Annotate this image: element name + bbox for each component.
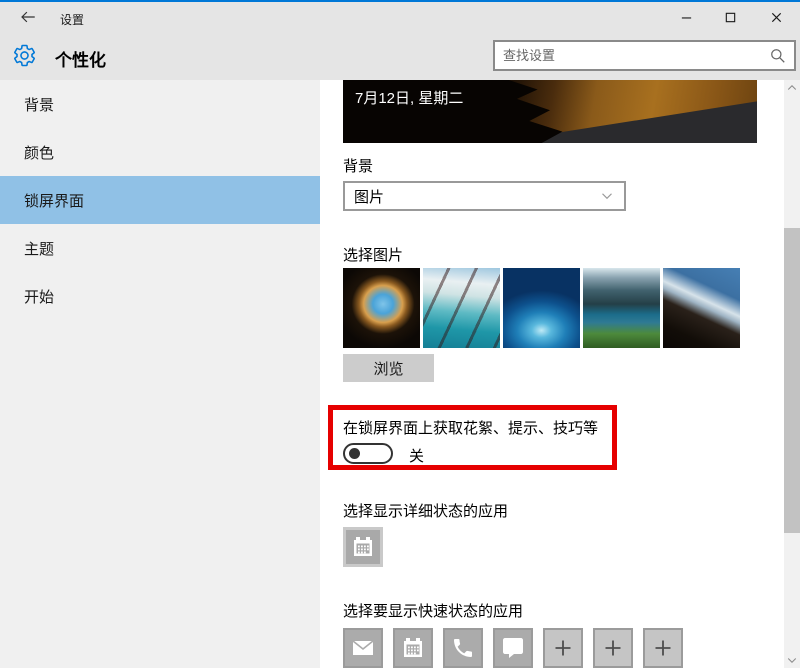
toggle-knob [349, 448, 360, 459]
picture-thumbnails [343, 268, 740, 348]
quick-status-app-button-messaging[interactable] [493, 628, 533, 668]
sidebar-item-background[interactable]: 背景 [0, 80, 320, 128]
chevron-down-icon [787, 658, 797, 663]
detailed-status-label: 选择显示详细状态的应用 [343, 503, 509, 520]
quick-status-label: 选择要显示快速状态的应用 [343, 603, 524, 620]
choose-picture-label: 选择图片 [343, 247, 404, 264]
quick-status-app-button-mail[interactable] [343, 628, 383, 668]
quick-status-app-button-calendar[interactable] [393, 628, 433, 668]
sidebar-item-label: 主题 [24, 240, 55, 258]
quick-status-app-button-phone[interactable] [443, 628, 483, 668]
detailed-status-app-button[interactable] [343, 527, 383, 567]
sidebar-item-label: 背景 [24, 96, 55, 114]
page-title: 个性化 [55, 51, 106, 70]
preview-date-text: 7月12日, 星期二 [355, 90, 464, 107]
phone-icon [454, 639, 472, 657]
picture-thumbnail-cave-beach[interactable] [343, 268, 420, 348]
sidebar-item-lock-screen[interactable]: 锁屏界面 [0, 176, 320, 224]
picture-thumbnail-mountain-lake[interactable] [583, 268, 660, 348]
titlebar[interactable]: 设置 [0, 2, 800, 32]
plus-icon [605, 640, 621, 656]
page-header: 个性化 [0, 32, 800, 80]
close-button[interactable] [759, 4, 793, 30]
tips-label: 在锁屏界面上获取花絮、提示、技巧等 [343, 420, 599, 437]
search-input[interactable] [495, 48, 768, 63]
lock-screen-preview-image: 7月12日, 星期二 [343, 80, 757, 143]
close-icon [771, 12, 781, 22]
maximize-button[interactable] [713, 4, 747, 30]
sidebar-item-label: 开始 [24, 288, 55, 306]
minimize-button[interactable] [669, 4, 703, 30]
sidebar-item-start[interactable]: 开始 [0, 272, 320, 320]
add-app-button[interactable] [643, 628, 683, 668]
chevron-down-icon [602, 193, 612, 200]
plus-icon [555, 640, 571, 656]
picture-thumbnail-ice-cave[interactable] [503, 268, 580, 348]
messaging-icon [503, 638, 523, 658]
minimize-icon [681, 16, 691, 19]
settings-gear-icon [13, 44, 36, 67]
chevron-up-icon [787, 85, 797, 90]
sidebar-item-label: 颜色 [24, 144, 55, 162]
sidebar-item-label: 锁屏界面 [24, 192, 85, 210]
scroll-up-button[interactable] [784, 81, 800, 95]
tips-toggle[interactable] [343, 443, 393, 464]
calendar-icon [354, 537, 372, 556]
maximize-icon [725, 12, 735, 22]
picture-thumbnail-dark-ridge-clouds[interactable] [663, 268, 740, 348]
scroll-down-button[interactable] [784, 653, 800, 667]
search-icon[interactable] [768, 46, 788, 66]
lock-screen-settings-panel: 7月12日, 星期二 背景 图片 选择图片 浏览 在锁屏界面上获取花絮、提示、技… [320, 80, 783, 668]
background-label: 背景 [343, 158, 374, 175]
calendar-icon [404, 638, 422, 657]
search-box[interactable] [493, 40, 796, 71]
sidebar: 背景 颜色 锁屏界面 主题 开始 [0, 80, 320, 668]
browse-button[interactable]: 浏览 [343, 354, 434, 382]
settings-window: 设置 个性化 查找设置 背景 颜色 锁屏界面 主题 开始 7月12日, 星期二 … [0, 0, 800, 668]
back-button[interactable] [12, 6, 44, 30]
dropdown-selected-value: 图片 [354, 188, 385, 206]
mail-icon [352, 640, 374, 655]
scrollbar[interactable] [784, 80, 800, 668]
background-type-dropdown[interactable]: 图片 [343, 181, 626, 211]
picture-thumbnail-sea-through-glass[interactable] [423, 268, 500, 348]
add-app-button[interactable] [593, 628, 633, 668]
app-title: 设置 [60, 13, 85, 27]
quick-status-apps [343, 628, 683, 668]
scrollbar-thumb[interactable] [784, 228, 800, 533]
sidebar-item-themes[interactable]: 主题 [0, 224, 320, 272]
back-arrow-icon [21, 11, 35, 22]
toggle-state-label: 关 [409, 448, 425, 465]
plus-icon [655, 640, 671, 656]
sidebar-item-colors[interactable]: 颜色 [0, 128, 320, 176]
add-app-button[interactable] [543, 628, 583, 668]
